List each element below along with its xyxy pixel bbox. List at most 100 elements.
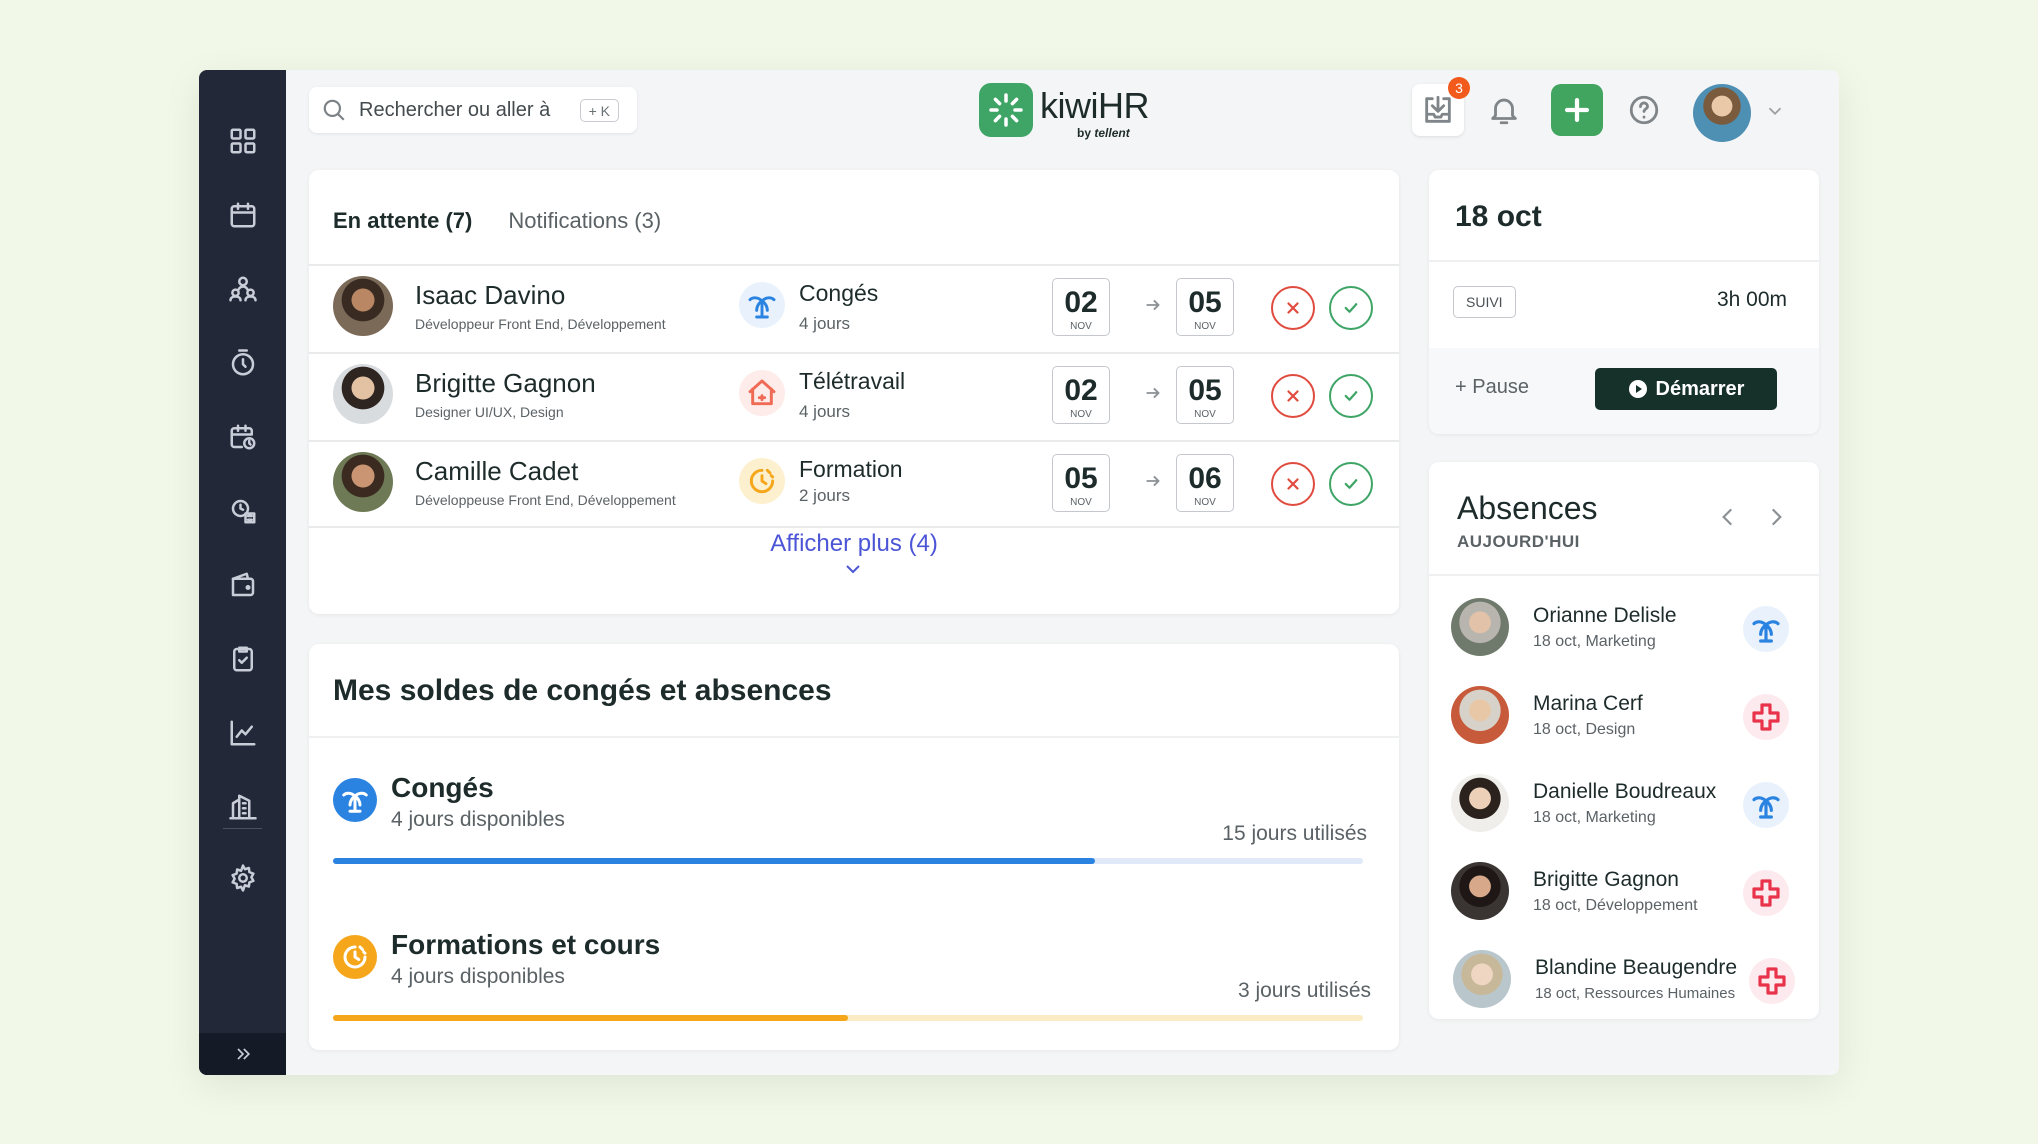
avatar [1451,598,1509,656]
wallet-icon[interactable] [199,557,286,613]
start-month: NOV [1070,321,1092,332]
people-icon[interactable] [199,261,286,317]
requester-role: Développeuse Front End, Développement [415,492,676,508]
request-row: Brigitte Gagnon Designer UI/UX, Design T… [309,352,1399,440]
palm-tree-icon [1743,606,1789,652]
absence-item[interactable]: Orianne Delisle 18 oct, Marketing [1429,584,1819,672]
avatar [333,276,393,336]
check-icon [1344,303,1358,313]
requester-name: Brigitte Gagnon [415,368,596,398]
chevron-left-icon [1722,508,1733,526]
divider [1429,260,1819,262]
dashboard-icon[interactable] [199,113,286,169]
approve-button[interactable] [1329,286,1373,330]
training-clock-icon [739,458,785,504]
absence-meta: 18 oct, Ressources Humaines [1535,985,1736,1002]
chevron-down-icon[interactable] [844,562,862,581]
end-date: 05 NOV [1176,366,1234,424]
inbox-badge: 3 [1448,77,1470,99]
clipboard-check-icon[interactable] [199,631,286,687]
inbox-download-icon [1425,95,1451,123]
notifications-button[interactable] [1478,84,1530,136]
absences-card: Absences AUJOURD'HUI Orianne Delisle 18 … [1429,462,1819,1019]
chevron-right-icon [1771,508,1782,526]
balance-available: 4 jours disponibles [391,808,565,831]
double-chevron-right-icon [236,1048,250,1060]
arrow-right-icon [1142,470,1164,497]
start-date: 05 NOV [1052,454,1110,512]
close-icon [1287,390,1299,402]
approve-button[interactable] [1329,462,1373,506]
user-menu-toggle[interactable] [1764,100,1786,127]
request-type: Formation [799,456,903,482]
search-shortcut: + K [579,99,619,122]
start-button[interactable]: Démarrer [1595,368,1777,410]
absence-meta: 18 oct, Marketing [1533,633,1656,650]
bell-icon [1491,98,1517,125]
divider [1429,574,1819,576]
balance-available: 4 jours disponibles [391,965,565,988]
training-clock-icon [333,935,377,979]
balances-title: Mes soldes de congés et absences [333,674,832,707]
user-avatar[interactable] [1693,84,1751,142]
end-day: 05 [1188,374,1222,407]
request-type: Congés [799,280,879,306]
medical-cross-icon [1749,958,1795,1004]
absences-title: Absences [1457,490,1598,526]
request-days: 4 jours [799,402,851,421]
next-day-button[interactable] [1763,504,1789,535]
reject-button[interactable] [1271,462,1315,506]
calendar-clock-icon[interactable] [199,409,286,465]
reject-button[interactable] [1271,286,1315,330]
palm-tree-icon [333,778,377,822]
absence-item[interactable]: Brigitte Gagnon 18 oct, Développement [1429,848,1819,936]
pause-button[interactable]: + Pause [1455,376,1529,399]
show-more-link[interactable]: Afficher plus (4) [309,530,1399,558]
leave-balances-card: Mes soldes de congés et absences Congés … [309,644,1399,1050]
tab-pending[interactable]: En attente (7) [333,208,472,234]
kiwihr-logo[interactable]: kiwiHR by tellent [979,83,1150,143]
arrow-right-icon [1142,382,1164,409]
sidebar [199,70,286,1075]
approve-button[interactable] [1329,374,1373,418]
gear-clock-icon[interactable] [199,483,286,539]
help-icon [1629,95,1659,125]
timer-icon[interactable] [199,335,286,391]
end-month: NOV [1194,409,1216,420]
sidebar-expand-button[interactable] [199,1033,286,1075]
avatar [1451,862,1509,920]
reject-button[interactable] [1271,374,1315,418]
absence-item[interactable]: Marina Cerf 18 oct, Design [1429,672,1819,760]
absence-name: Marina Cerf [1533,692,1643,715]
tab-notifications[interactable]: Notifications (3) [508,208,661,234]
clock-date: 18 oct [1455,200,1542,233]
settings-icon[interactable] [199,850,286,906]
previous-day-button[interactable] [1715,504,1741,535]
search-input[interactable]: Rechercher ou aller à + K [309,87,637,133]
end-date: 05 NOV [1176,278,1234,336]
help-button[interactable] [1618,84,1670,136]
start-day: 02 [1064,286,1098,319]
calendar-icon[interactable] [199,187,286,243]
add-button[interactable] [1551,84,1603,136]
end-month: NOV [1194,497,1216,508]
start-day: 02 [1064,374,1098,407]
chevron-down-icon [1768,107,1782,116]
avatar [1453,950,1511,1008]
absence-item[interactable]: Danielle Boudreaux 18 oct, Marketing [1429,760,1819,848]
balance-used: 3 jours utilisés [1237,979,1371,1002]
start-month: NOV [1070,497,1092,508]
balance-name: Congés [391,772,494,803]
chart-icon[interactable] [199,705,286,761]
requester-role: Designer UI/UX, Design [415,404,564,420]
logo-name: kiwiHR [1040,85,1150,126]
requester-name: Camille Cadet [415,456,579,486]
logo-brand: tellent [1094,126,1130,140]
absence-name: Orianne Delisle [1533,604,1677,627]
absence-item[interactable]: Blandine Beaugendre 18 oct, Ressources H… [1429,936,1819,1019]
building-icon[interactable] [199,779,286,835]
absences-subtitle: AUJOURD'HUI [1457,532,1580,551]
formation-progress-bar [333,1015,1363,1021]
absence-name: Danielle Boudreaux [1533,780,1717,803]
end-day: 06 [1188,462,1222,495]
